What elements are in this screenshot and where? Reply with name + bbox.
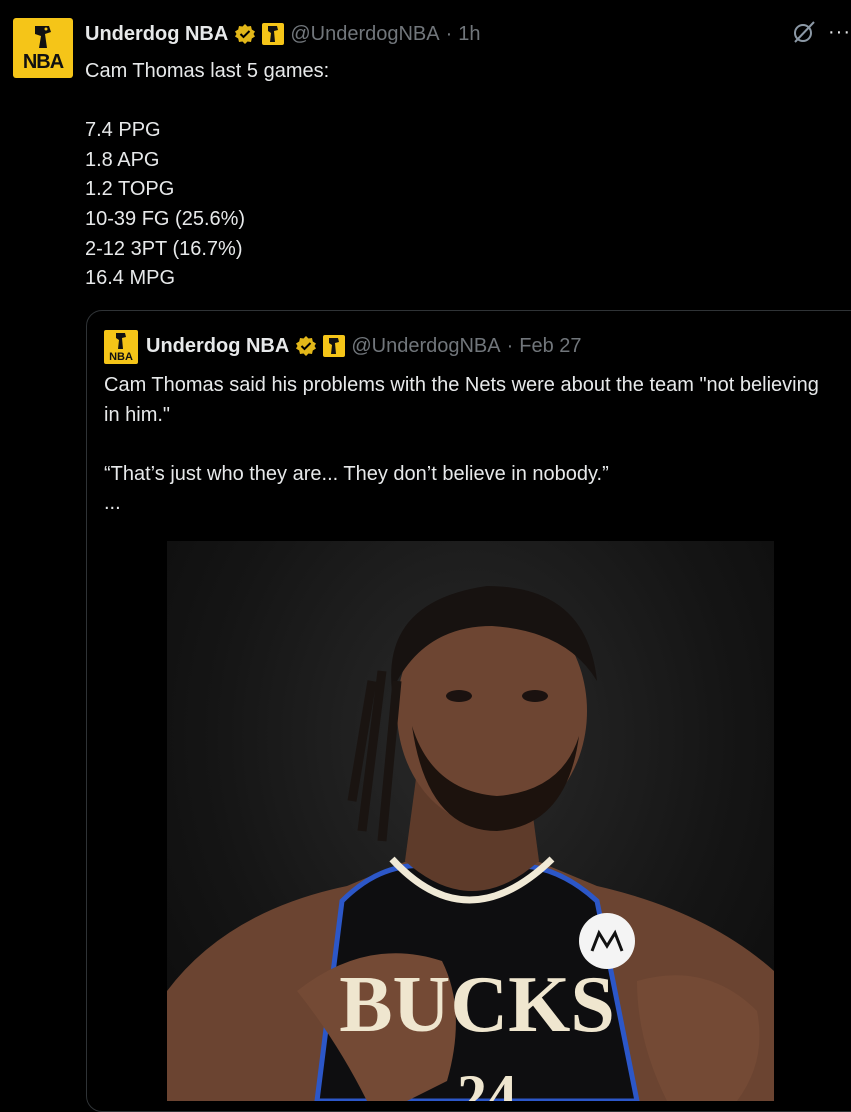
author-name[interactable]: Underdog NBA xyxy=(85,23,228,46)
avatar-label: NBA xyxy=(22,51,64,73)
quoted-tweet-header: Underdog NBA @UnderdogNBA · Feb 27 xyxy=(146,331,582,361)
tweet-header: Underdog NBA @UnderdogNBA · 1h xyxy=(85,20,481,48)
quoted-tweet-timestamp[interactable]: Feb 27 xyxy=(519,335,581,358)
player-photo: BUCKS 24 xyxy=(167,586,774,1101)
quoted-tweet-text: Cam Thomas said his problems with the Ne… xyxy=(104,374,819,515)
jersey-number: 24 xyxy=(457,1063,517,1101)
verified-badge-icon[interactable] xyxy=(295,335,317,357)
tweet-actions-top: ··· xyxy=(790,18,851,46)
separator-dot: · xyxy=(445,22,453,45)
verified-badge-icon[interactable] xyxy=(234,23,256,45)
grok-icon[interactable] xyxy=(790,18,818,46)
tweet-text: Cam Thomas last 5 games: 7.4 PPG 1.8 APG… xyxy=(85,60,330,290)
jersey-text: BUCKS xyxy=(339,961,615,1049)
affiliate-badge-icon[interactable] xyxy=(262,23,285,45)
quoted-author-handle[interactable]: @UnderdogNBA xyxy=(351,335,500,358)
tweet-timestamp[interactable]: 1h xyxy=(458,23,480,46)
quoted-tweet-photo[interactable]: BUCKS 24 xyxy=(167,541,774,1101)
underdog-logo-icon xyxy=(35,26,51,48)
more-icon[interactable]: ··· xyxy=(828,21,851,44)
author-avatar[interactable]: NBA xyxy=(13,18,73,78)
affiliate-badge-icon[interactable] xyxy=(323,335,346,357)
underdog-logo-icon xyxy=(116,333,126,349)
separator-dot: · xyxy=(506,334,514,357)
quoted-author-name[interactable]: Underdog NBA xyxy=(146,335,289,358)
author-handle[interactable]: @UnderdogNBA xyxy=(290,23,439,46)
avatar-label: NBA xyxy=(109,351,133,363)
quoted-author-avatar[interactable]: NBA xyxy=(104,330,138,364)
quoted-tweet[interactable]: NBA Underdog NBA @UnderdogNBA · Feb 27 C… xyxy=(86,310,851,1112)
